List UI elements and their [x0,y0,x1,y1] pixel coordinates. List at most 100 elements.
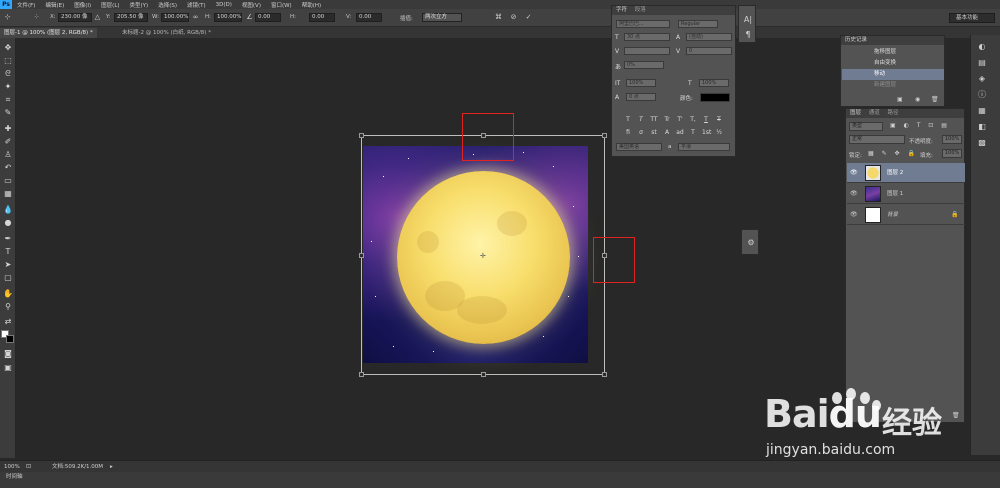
style-all-caps[interactable]: TT [650,116,658,123]
lock-icons[interactable]: ▦ ✎ ✥ 🔒 [868,150,918,157]
tab-paths[interactable]: 路径 [888,110,899,116]
history-item[interactable]: 拖移图层 [842,47,944,58]
menu-filter[interactable]: 滤镜(T) [182,1,211,9]
eyedropper-icon[interactable]: ✎ [2,107,14,119]
opentype-fractions[interactable]: ½ [715,129,723,136]
stamp-tool-icon[interactable]: ♙ [2,149,14,161]
marquee-tool-icon[interactable]: ⬚ [2,55,14,67]
move-tool-icon[interactable]: ⊹ [3,13,12,22]
angle-field[interactable]: 0.00 [255,13,281,22]
floating-panel-button[interactable]: ⚙ [741,229,759,255]
warp-mode-icon[interactable]: ⌘ [494,13,503,22]
style-strikethrough[interactable]: T [715,116,723,123]
anti-alias-select[interactable]: 平滑 [678,143,730,151]
brush-tool-icon[interactable]: ✐ [2,136,14,148]
layer-filter-icons[interactable]: ▣ ◐ T ⊡ ▤ [890,122,950,129]
history-snapshot-icon[interactable]: ▣ [897,96,903,103]
lasso-tool-icon[interactable]: ᘓ [2,68,14,80]
x-field[interactable]: 230.00 像 [58,13,92,22]
hskew-field[interactable]: 0.00 [309,13,335,22]
zoom-tool-icon[interactable]: ⚲ [2,301,14,313]
menu-help[interactable]: 帮助(H) [297,1,326,9]
adjustments-icon[interactable]: ◐ [975,41,989,53]
font-family-select[interactable]: 阿里巴巴... [616,20,670,28]
horizontal-scale-field[interactable]: 100% [699,79,729,87]
tab-character[interactable]: 字符 [616,7,627,13]
tab-document-1[interactable]: 图层-1 @ 100% (图层 2, RGB/8) * [0,28,97,38]
type-tool-icon[interactable]: T [2,246,14,258]
style-subscript[interactable]: T, [689,116,697,123]
opentype-stylistic[interactable]: st [650,129,658,136]
width-field[interactable]: 100.00% [161,13,189,22]
healing-brush-icon[interactable]: ✚ [2,123,14,135]
visibility-eye-icon[interactable]: 👁 [850,205,858,225]
vskew-field[interactable]: 0.00 [356,13,382,22]
history-item-active[interactable]: 移动 [842,69,944,80]
tab-channels[interactable]: 通道 [869,110,880,116]
opentype-titling[interactable]: T [689,129,697,136]
opentype-ligature[interactable]: fi [624,129,632,136]
dodge-tool-icon[interactable]: ● [2,217,14,229]
height-field[interactable]: 100.00% [214,13,242,22]
properties-icon[interactable]: ▤ [975,57,989,69]
history-item[interactable]: 新建图层 [842,80,944,91]
screen-mode-icon[interactable]: ▣ [2,362,14,374]
path-selection-icon[interactable]: ➤ [2,259,14,271]
swap-colors-icon[interactable]: ⇄ [2,316,14,328]
layer-filter-select[interactable]: 类型 [849,122,883,131]
history-item[interactable]: 自由变换 [842,58,944,69]
swatches-icon[interactable]: ▩ [975,137,989,149]
menu-layer[interactable]: 图层(L) [96,1,124,9]
layer-row[interactable]: 👁 背景 🔒 [847,205,965,225]
menu-3d[interactable]: 3D(D) [211,2,237,8]
commit-transform-icon[interactable]: ✓ [524,13,533,22]
reference-point-icon[interactable]: ⁘ [32,13,41,22]
tab-document-2[interactable]: 未标题-2 @ 100% (白纸, RGB/8) * [118,28,215,38]
magic-wand-icon[interactable]: ✦ [2,81,14,93]
timeline-label[interactable]: 时间轴 [6,474,23,480]
style-faux-bold[interactable]: T [624,116,632,123]
opentype-ordinals[interactable]: 1st [702,129,711,136]
gradient-tool-icon[interactable]: ▦ [2,188,14,200]
char-scale-field[interactable]: 0% [624,61,664,69]
handle-top-right[interactable] [602,133,607,138]
handle-bottom-center[interactable] [481,372,486,377]
opacity-field[interactable]: 100% [942,135,962,144]
menu-select[interactable]: 选择(S) [153,1,182,9]
handle-bottom-left[interactable] [359,372,364,377]
font-style-select[interactable]: Regular [678,20,718,28]
interpolation-select[interactable]: 两次立方 [422,13,462,22]
quick-mask-icon[interactable]: ◙ [2,348,14,360]
blur-tool-icon[interactable]: 💧 [2,204,14,216]
relative-position-icon[interactable]: △ [93,13,102,22]
text-color-swatch[interactable] [700,93,730,102]
hand-tool-icon[interactable]: ✋ [2,288,14,300]
layer-row[interactable]: 👁 图层 1 [847,184,965,204]
shape-tool-icon[interactable]: ▢ [2,272,14,284]
menu-edit[interactable]: 编辑(E) [40,1,69,9]
layer-row-active[interactable]: 👁 图层 2 [847,163,965,183]
paragraph-panel-icon[interactable]: ¶ [741,29,755,41]
blend-mode-select[interactable]: 正常 [849,135,905,144]
link-icon[interactable]: ∞ [191,13,200,22]
tab-layers[interactable]: 图层 [850,110,861,116]
menu-image[interactable]: 图像(I) [69,1,96,9]
styles-icon[interactable]: ▦ [975,105,989,117]
crop-tool-icon[interactable]: ⌗ [2,94,14,106]
eraser-tool-icon[interactable]: ▭ [2,175,14,187]
handle-middle-left[interactable] [359,253,364,258]
opentype-alternates[interactable]: ad [676,129,684,136]
menu-view[interactable]: 视图(V) [237,1,266,9]
style-faux-italic[interactable]: T [637,116,645,123]
info-icon[interactable]: ⓘ [975,89,989,101]
move-tool-icon[interactable]: ✥ [2,42,14,54]
workspace-select[interactable]: 基本功能 [949,13,995,23]
visibility-eye-icon[interactable]: 👁 [850,184,858,204]
kerning-field[interactable] [624,47,670,55]
baseline-field[interactable]: 0 点 [626,93,656,101]
opentype-old-style[interactable]: σ [637,129,645,136]
history-brush-icon[interactable]: ↶ [2,162,14,174]
transform-bounding-box[interactable] [359,133,607,377]
style-small-caps[interactable]: Tr [663,116,671,123]
history-camera-icon[interactable]: ◉ [915,96,920,103]
